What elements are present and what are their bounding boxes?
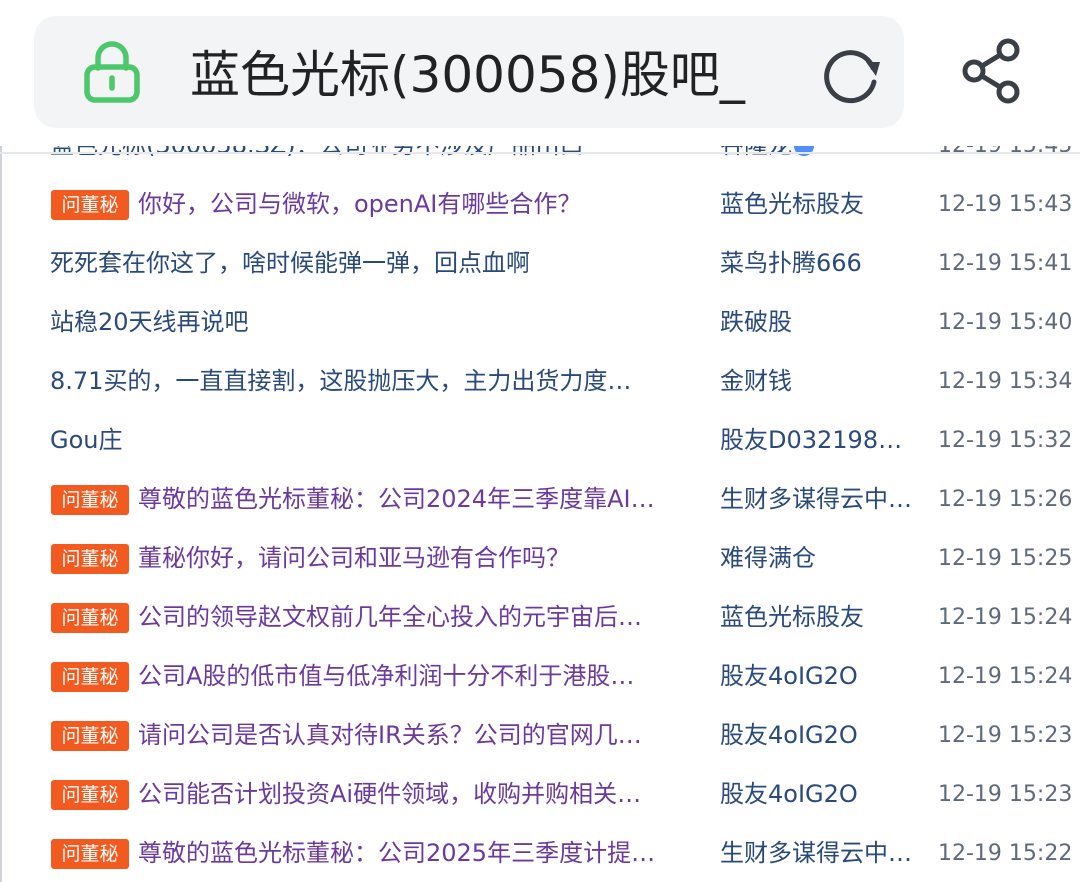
post-time: 12-19 15:24 — [938, 605, 1073, 630]
ask-secretary-badge: 问董秘 — [51, 190, 129, 220]
post-title[interactable]: 公司能否计划投资Ai硬件领域，收购并购相关… — [138, 765, 690, 824]
ask-secretary-badge: 问董秘 — [51, 839, 129, 869]
browser-header: 蓝色光标(300058)股吧_ — [0, 0, 1080, 146]
post-author[interactable]: 难得满仓 — [720, 529, 916, 588]
ask-secretary-badge: 问董秘 — [51, 603, 129, 633]
list-item[interactable]: 问董秘 公司A股的低市值与低净利润十分不利于港股… 股友4oIG2O 12-19… — [0, 647, 1080, 706]
post-title[interactable]: Gou庄 — [50, 411, 700, 470]
post-author[interactable]: 菜鸟扑腾666 — [720, 234, 916, 293]
post-title[interactable]: 尊敬的蓝色光标董秘：公司2024年三季度靠AI… — [138, 470, 690, 529]
post-author[interactable]: 股友4oIG2O — [720, 765, 916, 824]
ask-secretary-badge: 问董秘 — [51, 485, 129, 515]
post-title[interactable]: 站稳20天线再说吧 — [50, 293, 700, 352]
list-item[interactable]: 问董秘 董秘你好，请问公司和亚马逊有合作吗？ 难得满仓 12-19 15:25 — [0, 529, 1080, 588]
post-title[interactable]: 请问公司是否认真对待IR关系？公司的官网几… — [138, 706, 690, 765]
list-item[interactable]: 8.71买的，一直直接割，这股抛压大，主力出货力度… 金财钱 12-19 15:… — [0, 352, 1080, 411]
post-author[interactable]: 股友4oIG2O — [720, 706, 916, 765]
page: 蓝色光标(300058.SZ)：公司业务不涉及产品出口 谷隆龙 12-19 15… — [0, 0, 1080, 882]
post-time: 12-19 15:41 — [938, 251, 1073, 276]
post-time: 12-19 15:40 — [938, 310, 1073, 335]
post-title[interactable]: 8.71买的，一直直接割，这股抛压大，主力出货力度… — [50, 352, 700, 411]
post-title[interactable]: 公司的领导赵文权前几年全心投入的元宇宙后… — [138, 588, 690, 647]
post-author[interactable]: 跌破股 — [720, 293, 916, 352]
post-time: 12-19 15:43 — [938, 192, 1073, 217]
post-author[interactable]: 生财多谋得云中… — [720, 824, 916, 882]
list-item[interactable]: 问董秘 你好，公司与微软，openAI有哪些合作？ 蓝色光标股友 12-19 1… — [0, 175, 1080, 234]
list-item[interactable]: 问董秘 公司能否计划投资Ai硬件领域，收购并购相关… 股友4oIG2O 12-1… — [0, 765, 1080, 824]
ask-secretary-badge: 问董秘 — [51, 780, 129, 810]
post-title[interactable]: 董秘你好，请问公司和亚马逊有合作吗？ — [138, 529, 690, 588]
post-author[interactable]: 蓝色光标股友 — [720, 588, 916, 647]
ask-secretary-badge: 问董秘 — [51, 544, 129, 574]
list-item[interactable]: 死死套在你这了，啥时候能弹一弹，回点血啊 菜鸟扑腾666 12-19 15:41 — [0, 234, 1080, 293]
post-time: 12-19 15:23 — [938, 782, 1073, 807]
post-author[interactable]: 股友D032198V… — [720, 411, 916, 470]
ask-secretary-badge: 问董秘 — [51, 721, 129, 751]
post-title[interactable]: 公司A股的低市值与低净利润十分不利于港股… — [138, 647, 690, 706]
post-time: 12-19 15:23 — [938, 723, 1073, 748]
post-author[interactable]: 股友4oIG2O — [720, 647, 916, 706]
ask-secretary-badge: 问董秘 — [51, 662, 129, 692]
list-item[interactable]: 站稳20天线再说吧 跌破股 12-19 15:40 — [0, 293, 1080, 352]
list-item[interactable]: 问董秘 请问公司是否认真对待IR关系？公司的官网几… 股友4oIG2O 12-1… — [0, 706, 1080, 765]
list-item[interactable]: Gou庄 股友D032198V… 12-19 15:32 — [0, 411, 1080, 470]
list-item[interactable]: 问董秘 尊敬的蓝色光标董秘：公司2025年三季度计提… 生财多谋得云中… 12-… — [0, 824, 1080, 882]
post-time: 12-19 15:32 — [938, 428, 1073, 453]
page-title[interactable]: 蓝色光标(300058)股吧_ — [190, 40, 790, 110]
header-divider — [0, 152, 1080, 154]
post-title[interactable]: 尊敬的蓝色光标董秘：公司2025年三季度计提… — [138, 824, 690, 882]
post-time: 12-19 15:26 — [938, 487, 1073, 512]
list-item[interactable]: 问董秘 公司的领导赵文权前几年全心投入的元宇宙后… 蓝色光标股友 12-19 1… — [0, 588, 1080, 647]
post-title[interactable]: 你好，公司与微软，openAI有哪些合作？ — [138, 175, 690, 234]
post-time: 12-19 15:22 — [938, 841, 1073, 866]
lock-icon[interactable] — [82, 38, 142, 104]
post-time: 12-19 15:25 — [938, 546, 1073, 571]
post-author[interactable]: 金财钱 — [720, 352, 916, 411]
share-icon[interactable] — [958, 36, 1026, 106]
post-title[interactable]: 死死套在你这了，啥时候能弹一弹，回点血啊 — [50, 234, 700, 293]
post-list[interactable]: 蓝色光标(300058.SZ)：公司业务不涉及产品出口 谷隆龙 12-19 15… — [0, 116, 1080, 882]
post-author[interactable]: 生财多谋得云中… — [720, 470, 916, 529]
post-time: 12-19 15:24 — [938, 664, 1073, 689]
post-author[interactable]: 蓝色光标股友 — [720, 175, 916, 234]
post-time: 12-19 15:34 — [938, 369, 1073, 394]
list-item[interactable]: 问董秘 尊敬的蓝色光标董秘：公司2024年三季度靠AI… 生财多谋得云中… 12… — [0, 470, 1080, 529]
reload-icon[interactable] — [818, 44, 884, 104]
